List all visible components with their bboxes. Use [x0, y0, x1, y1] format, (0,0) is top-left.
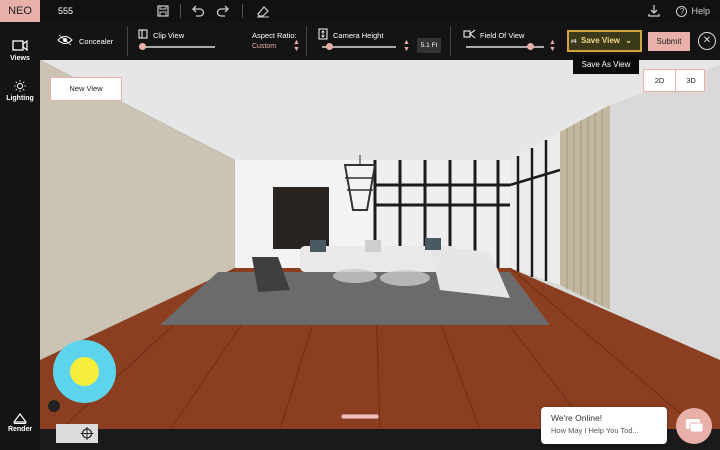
aspect-ratio-select[interactable]: Custom [252, 43, 276, 50]
toggle-3d-button[interactable]: 3D [675, 70, 706, 91]
toolbar-divider [450, 26, 451, 56]
render-label: Render [7, 426, 33, 433]
field-of-view-label: Field Of View [480, 31, 525, 40]
sidebar-item-render[interactable]: Render [0, 412, 40, 433]
chevron-down-icon[interactable]: ▼ [403, 46, 410, 53]
sidebar-item-views[interactable]: Views [0, 38, 40, 62]
timeline-scrubber[interactable] [341, 414, 379, 419]
camera-views-icon [12, 39, 28, 52]
clip-view-slider[interactable] [140, 46, 215, 48]
aspect-ratio-label: Aspect Ratio: [252, 31, 297, 40]
save-view-button[interactable]: Save View ⌄ #4 [567, 30, 642, 52]
locate-button[interactable] [56, 424, 98, 443]
eraser-icon[interactable] [255, 3, 271, 19]
camera-height-label: Camera Height [333, 31, 384, 40]
undo-icon[interactable] [190, 3, 206, 19]
crosshair-icon [80, 427, 94, 440]
sun-icon [14, 80, 26, 92]
toolbar-divider [180, 4, 181, 18]
chevron-down-icon[interactable]: ▼ [293, 46, 300, 53]
camera-height-slider[interactable] [322, 46, 396, 48]
chat-subtitle: How May I Help You Tod... [551, 426, 639, 435]
sidebar-item-label: Lighting [6, 95, 34, 102]
chevron-down-icon[interactable]: ▼ [549, 46, 556, 53]
camera-height-slider-handle[interactable] [326, 43, 333, 50]
help-icon: ? [676, 6, 688, 17]
help-label: Help [691, 6, 710, 16]
toolbar-divider [306, 26, 307, 56]
field-of-view-slider-handle[interactable] [527, 43, 534, 50]
save-as-view-menu-item[interactable]: Save As View [573, 55, 639, 74]
eye-concealer-icon[interactable] [57, 34, 73, 46]
navigation-joystick[interactable] [53, 340, 116, 403]
dimension-toggle: 2D 3D [643, 69, 705, 92]
camera-height-value: 5.1 Ft [417, 38, 441, 53]
sidebar-item-lighting[interactable]: Lighting [0, 80, 40, 102]
render-icon [13, 413, 27, 424]
clip-view-slider-handle[interactable] [139, 43, 146, 50]
title-bar: NEO 555 ? Help [0, 0, 720, 22]
clip-view-icon [138, 29, 148, 39]
save-icon[interactable] [155, 3, 171, 19]
toolbar-divider [242, 4, 243, 18]
submit-button[interactable]: Submit [648, 32, 690, 51]
toolbar-divider [127, 26, 128, 56]
joystick-handle[interactable] [70, 357, 99, 386]
3d-viewport[interactable]: New View 2D 3D [40, 60, 720, 450]
sidebar-item-label: Views [10, 55, 30, 62]
close-icon[interactable]: ✕ [698, 32, 716, 50]
app-logo: NEO [0, 0, 40, 22]
save-view-shortcut: #4 [571, 39, 577, 45]
chat-widget[interactable]: We're Online! How May I Help You Tod... [541, 407, 667, 444]
field-of-view-icon [463, 29, 476, 39]
app-window: NEO 555 ? Help Views Lighting Concealer … [0, 0, 720, 450]
chat-title: We're Online! [551, 413, 603, 423]
concealer-label[interactable]: Concealer [79, 37, 113, 46]
toggle-2d-button[interactable]: 2D [644, 70, 675, 91]
camera-height-icon [318, 28, 328, 40]
room-render [40, 60, 720, 431]
help-link[interactable]: ? Help [676, 0, 710, 22]
reset-camera-icon[interactable] [48, 400, 60, 412]
clip-view-label: Clip View [153, 31, 185, 40]
new-view-button[interactable]: New View [50, 77, 122, 101]
project-name: 555 [58, 6, 74, 16]
left-sidebar: Views Lighting [0, 22, 40, 450]
chevron-down-icon: ⌄ [625, 36, 632, 45]
download-icon[interactable] [646, 3, 662, 19]
chat-bubble-icon [686, 419, 704, 433]
chat-button[interactable] [676, 408, 712, 444]
save-view-label: Save View [581, 36, 620, 45]
redo-icon[interactable] [215, 3, 231, 19]
